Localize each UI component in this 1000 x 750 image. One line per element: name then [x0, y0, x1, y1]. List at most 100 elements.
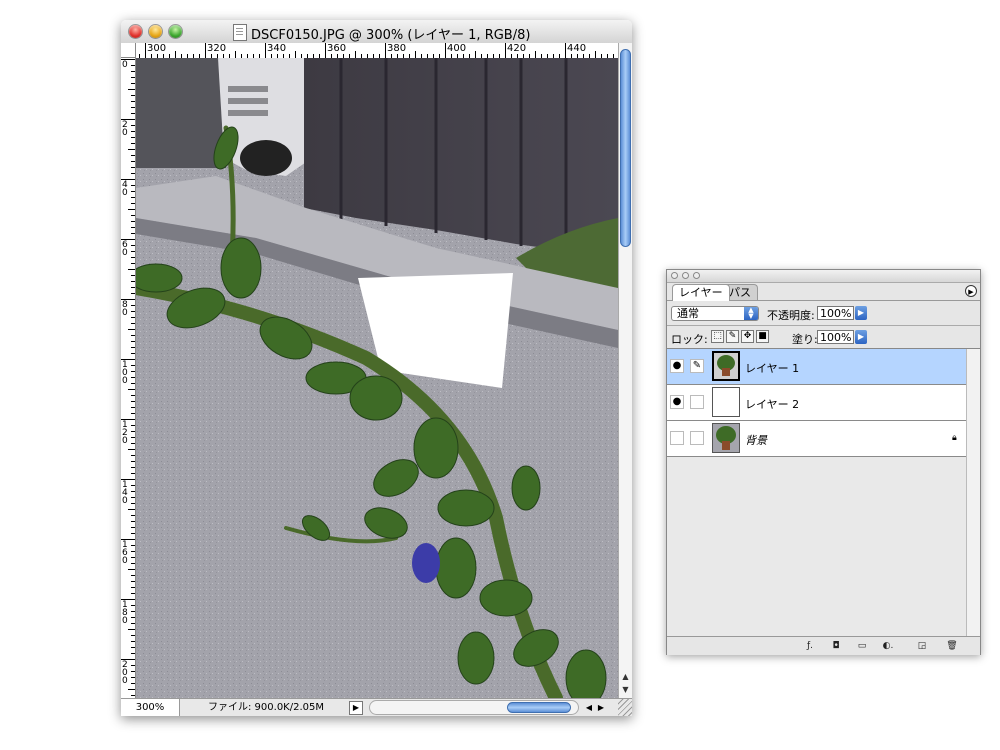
ruler-v-minor-tick	[131, 641, 135, 642]
ruler-v-label: 0	[122, 60, 128, 70]
ruler-h-minor-tick	[595, 51, 596, 58]
ruler-v-minor-tick	[131, 503, 135, 504]
folder-icon[interactable]: ▭	[853, 639, 871, 653]
lock-move-icon[interactable]: ✥	[741, 330, 754, 343]
eye-icon[interactable]: ●	[670, 359, 684, 373]
scroll-left-arrow-icon[interactable]: ◀	[583, 700, 595, 715]
ruler-v-minor-tick	[131, 521, 135, 522]
image-canvas[interactable]	[136, 58, 618, 698]
ruler-h-label: 400	[447, 43, 467, 54]
close-button[interactable]	[129, 25, 142, 38]
ruler-v-label: 140	[122, 480, 128, 506]
layer-row-layer2[interactable]: ● レイヤー 2	[667, 385, 966, 421]
opacity-label: 不透明度:	[767, 309, 815, 322]
ruler-h-label: 420	[507, 43, 527, 54]
vertical-ruler[interactable]: 0 20 40 60 80 100 120 140 160 180 200	[121, 58, 136, 698]
ruler-v-label: 40	[122, 180, 128, 198]
scroll-right-arrow-icon[interactable]: ▶	[595, 700, 607, 715]
ruler-v-minor-tick	[128, 689, 135, 690]
brush-icon[interactable]: ✎	[690, 359, 704, 373]
ruler-v-minor-tick	[131, 227, 135, 228]
scroll-up-arrow-icon[interactable]: ▲	[619, 671, 632, 683]
ruler-v-minor-tick	[131, 341, 135, 342]
new-layer-icon[interactable]: ◲	[913, 639, 931, 653]
fill-field[interactable]: 100%	[817, 330, 854, 344]
zoom-button[interactable]	[169, 25, 182, 38]
ruler-v-minor-tick	[131, 635, 135, 636]
ruler-v-minor-tick	[128, 569, 135, 570]
palette-tabs: レイヤー パス ▶	[667, 283, 980, 301]
layer-row-background[interactable]: 背景 🔒︎	[667, 421, 966, 457]
status-menu-arrow-icon[interactable]: ▶	[349, 701, 363, 715]
ruler-v-minor-tick	[131, 377, 135, 378]
palette-scrollbar[interactable]	[966, 349, 980, 636]
opacity-slider-arrow-icon[interactable]: ▶	[855, 306, 867, 320]
fill-label: 塗り:	[792, 333, 818, 346]
ruler-v-minor-tick	[131, 275, 135, 276]
document-title: DSCF0150.JPG @ 300% (レイヤー 1, RGB/8)	[251, 28, 531, 43]
document-window: DSCF0150.JPG @ 300% (レイヤー 1, RGB/8) 300 3…	[121, 20, 632, 716]
zoom-field[interactable]: 300%	[121, 699, 180, 716]
link-cell[interactable]	[690, 395, 704, 409]
lock-label: ロック:	[671, 333, 708, 346]
eye-icon[interactable]: ●	[670, 395, 684, 409]
layer-thumbnail	[712, 387, 740, 417]
layer-row-layer1[interactable]: ● ✎ レイヤー 1	[667, 349, 966, 385]
horizontal-scroll-thumb[interactable]	[507, 702, 571, 713]
lock-icon: 🔒︎	[952, 433, 957, 443]
ruler-v-minor-tick	[131, 305, 135, 306]
horizontal-scrollbar[interactable]	[369, 700, 579, 715]
palette-menu-icon[interactable]: ▶	[965, 285, 977, 297]
tab-layers[interactable]: レイヤー	[672, 284, 730, 301]
layer-name[interactable]: 背景	[745, 432, 767, 448]
lock-brush-icon[interactable]: ✎	[726, 330, 739, 343]
ruler-v-minor-tick	[131, 605, 135, 606]
fill-slider-arrow-icon[interactable]: ▶	[855, 330, 867, 344]
ruler-origin[interactable]	[121, 43, 136, 58]
ruler-h-label: 320	[207, 43, 227, 54]
ruler-v-minor-tick	[131, 695, 135, 696]
palette-close-button[interactable]	[671, 272, 678, 279]
palette-footer: ƒ. ◘ ▭ ◐. ◲ 🗑︎	[667, 636, 980, 655]
blend-mode-select[interactable]: 通常 ▲ ▼	[671, 306, 759, 321]
resize-grip[interactable]	[618, 699, 632, 716]
lock-fill-row: ロック: ⬚ ✎ ✥ ■ 塗り: 100% ▶	[667, 326, 980, 349]
link-cell[interactable]	[690, 431, 704, 445]
horizontal-ruler[interactable]: 300 320 340 360 380 400 420 440	[136, 43, 632, 59]
layer-name[interactable]: レイヤー 2	[745, 396, 799, 412]
ruler-v-minor-tick	[131, 263, 135, 264]
vertical-scrollbar[interactable]: ▲ ▼	[618, 43, 632, 698]
layer-name[interactable]: レイヤー 1	[745, 360, 799, 376]
ruler-v-minor-tick	[131, 233, 135, 234]
ruler-v-minor-tick	[131, 593, 135, 594]
ruler-v-label: 60	[122, 240, 128, 258]
mask-icon[interactable]: ◘	[827, 639, 845, 653]
palette-titlebar[interactable]	[667, 270, 980, 283]
minimize-button[interactable]	[149, 25, 162, 38]
ruler-h-label: 340	[267, 43, 287, 54]
ruler-v-minor-tick	[131, 245, 135, 246]
scroll-down-arrow-icon[interactable]: ▼	[619, 684, 632, 696]
palette-zoom-button[interactable]	[693, 272, 700, 279]
ruler-v-minor-tick	[131, 617, 135, 618]
ruler-v-minor-tick	[131, 125, 135, 126]
ruler-h-label: 360	[327, 43, 347, 54]
ruler-v-minor-tick	[131, 581, 135, 582]
opacity-field[interactable]: 100%	[817, 306, 854, 320]
ruler-v-minor-tick	[131, 137, 135, 138]
trash-icon[interactable]: 🗑︎	[943, 639, 961, 653]
palette-minimize-button[interactable]	[682, 272, 689, 279]
ruler-v-minor-tick	[131, 533, 135, 534]
ruler-v-minor-tick	[131, 473, 135, 474]
document-icon	[233, 24, 247, 41]
layer-style-icon[interactable]: ƒ.	[801, 639, 819, 653]
adjustment-icon[interactable]: ◐.	[879, 639, 897, 653]
document-titlebar[interactable]: DSCF0150.JPG @ 300% (レイヤー 1, RGB/8)	[121, 20, 632, 44]
vertical-scroll-thumb[interactable]	[620, 49, 631, 247]
ruler-v-minor-tick	[131, 293, 135, 294]
lock-all-icon[interactable]: ■	[756, 330, 769, 343]
ruler-v-minor-tick	[131, 83, 135, 84]
ruler-v-minor-tick	[131, 683, 135, 684]
eye-cell-empty[interactable]	[670, 431, 684, 445]
lock-transparency-icon[interactable]: ⬚	[711, 330, 724, 343]
